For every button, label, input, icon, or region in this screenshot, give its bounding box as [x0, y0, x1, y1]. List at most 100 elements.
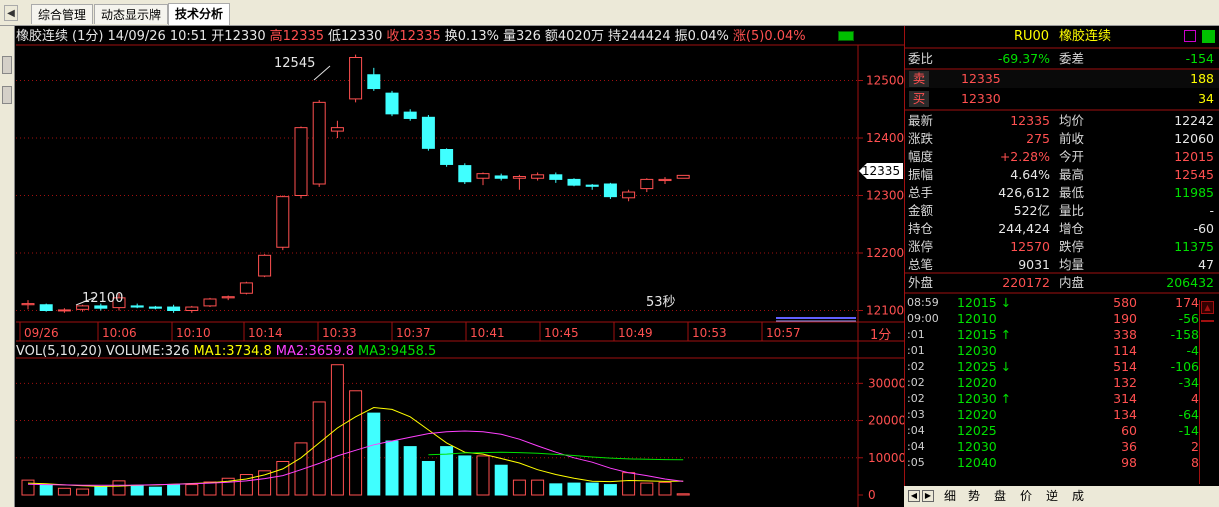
stat-value: 47 — [1198, 257, 1214, 272]
bottom-tab-detail[interactable]: 细 — [944, 486, 956, 506]
volume-bar — [94, 486, 108, 496]
candle-body — [258, 254, 272, 277]
ma2-value: MA2:3659.8 — [275, 344, 355, 359]
tick-qty: 514 — [1113, 359, 1137, 374]
sell-label: 卖 — [909, 71, 929, 87]
stat-value: 4.64% — [1010, 167, 1050, 182]
tick-price-value: 12030 — [957, 391, 997, 406]
tick-price: 12015 ↓ — [957, 295, 1011, 311]
stat-label: 今开 — [1059, 149, 1085, 164]
ma3-value: MA3:9458.5 — [358, 344, 437, 359]
neipan-value: 206432 — [1166, 275, 1214, 290]
stat-label: 均量 — [1059, 257, 1085, 272]
stat-value: - — [1209, 203, 1214, 218]
tick-bottom-tabs: ◀ ▶ 细 势 盘 价 逆 成 — [904, 486, 1219, 507]
left-strip-button[interactable] — [2, 56, 12, 74]
tick-time: :03 — [907, 408, 925, 421]
stat-label: 最新 — [908, 113, 934, 128]
stat-value: 522亿 — [1013, 203, 1050, 218]
candle-body — [203, 298, 217, 307]
stat-label: 总手 — [908, 185, 934, 200]
period-axis-label: 1分 — [870, 328, 892, 343]
candle-body — [130, 305, 144, 308]
bottom-tab-price[interactable]: 价 — [1020, 486, 1032, 506]
candle-body — [330, 127, 344, 132]
tick-delta: 174 — [1175, 295, 1199, 310]
volume-bar — [458, 455, 472, 496]
tab-dynamic-board[interactable]: 动态显示牌 — [94, 4, 169, 24]
tick-price: 12030 — [957, 343, 997, 359]
buy-qty: 34 — [1198, 91, 1214, 106]
tick-qty: 134 — [1113, 407, 1137, 422]
tick-scrollbar[interactable]: ▲ — [1199, 300, 1215, 484]
volume-axis-label: 0 — [868, 488, 876, 502]
candle-body — [421, 116, 435, 149]
volume-bar — [403, 446, 417, 496]
bottom-tab-deal[interactable]: 成 — [1072, 486, 1084, 506]
tick-delta: 2 — [1191, 439, 1199, 454]
volume-bar — [476, 455, 490, 496]
stat-label: 均价 — [1059, 113, 1085, 128]
tick-time: :02 — [907, 360, 925, 373]
candle-body — [21, 303, 35, 306]
candle-body — [549, 174, 563, 180]
scroll-thumb[interactable] — [1201, 320, 1214, 322]
candle-body — [239, 282, 253, 294]
tick-price: 12040 — [957, 455, 997, 471]
tab-technical-analysis[interactable]: 技术分析 — [168, 3, 231, 25]
tick-price-value: 12040 — [957, 455, 997, 470]
candle-body — [312, 101, 326, 185]
candle-body — [167, 306, 181, 311]
quote-stat-row: 最新 12335 均价 12242 — [905, 112, 1219, 130]
tab-scroll-left-icon[interactable]: ◀ — [4, 5, 18, 21]
price-axis-label: 12100 — [866, 304, 904, 318]
tick-delta: -158 — [1170, 327, 1199, 342]
tick-row: 09:00 12010 190 -56 — [905, 311, 1205, 327]
stat-label: 幅度 — [908, 149, 934, 164]
stat-value: 12242 — [1174, 113, 1214, 128]
scroll-up-icon[interactable]: ▲ — [1201, 301, 1214, 314]
quote-row-weibi: 委比 -69.37% 委差 -154 — [905, 50, 1219, 68]
volume-bar — [622, 472, 636, 496]
tick-arrow-icon: ↓ — [1000, 359, 1012, 374]
volume-axis-label: 30000 — [868, 376, 904, 390]
tab-prev-icon[interactable]: ◀ — [908, 490, 920, 502]
stat-label: 振幅 — [908, 167, 934, 182]
volume-bar — [21, 479, 35, 496]
stat-label: 最低 — [1059, 185, 1085, 200]
bottom-tab-trend[interactable]: 势 — [968, 486, 980, 506]
app-window: ◀ 综合管理 动态显示牌 技术分析 橡胶连续 (1分) 14/09/26 10:51 开… — [0, 0, 1219, 507]
bottom-tab-reverse[interactable]: 逆 — [1046, 486, 1058, 506]
tick-price-value: 12030 — [957, 439, 997, 454]
candle-body — [403, 111, 417, 119]
tick-price: 12010 — [957, 311, 997, 327]
kline-chart-area[interactable]: 橡胶连续 (1分) 14/09/26 10:51 开12330 高12335 低12330 收… — [16, 26, 904, 507]
volume-bar — [585, 482, 599, 496]
candle-body — [585, 184, 599, 187]
candle-body — [640, 178, 654, 190]
candle-body — [76, 305, 90, 310]
stat-value: 12545 — [1174, 167, 1214, 182]
weicha-value: -154 — [1185, 51, 1214, 66]
quote-row-sell: 卖 12335 188 — [905, 70, 1219, 88]
tick-delta: -4 — [1186, 343, 1199, 358]
tick-price: 12025 ↓ — [957, 359, 1011, 375]
tick-list[interactable]: 08:59 12015 ↓ 580 174 09:00 12010 190 -56:01 12… — [905, 295, 1200, 495]
current-price-marker: 12335 — [859, 163, 903, 179]
volume-bar — [640, 482, 654, 496]
bottom-tab-depth[interactable]: 盘 — [994, 486, 1006, 506]
tick-qty: 60 — [1121, 423, 1137, 438]
quote-stat-row: 振幅 4.64% 最高 12545 — [905, 166, 1219, 184]
tab-comprehensive[interactable]: 综合管理 — [31, 4, 94, 24]
tab-next-icon[interactable]: ▶ — [922, 490, 934, 502]
tick-delta: -34 — [1178, 375, 1199, 390]
left-strip-button[interactable] — [2, 86, 12, 104]
tick-qty: 132 — [1113, 375, 1137, 390]
volume-bar — [148, 486, 162, 496]
tick-arrow-icon: ↓ — [1000, 295, 1012, 310]
weibi-value: -69.37% — [997, 51, 1050, 66]
stat-value: -60 — [1193, 221, 1214, 236]
stat-value: 9031 — [1018, 257, 1050, 272]
left-scroll-strip[interactable] — [0, 26, 15, 507]
tick-price-value: 12030 — [957, 343, 997, 358]
